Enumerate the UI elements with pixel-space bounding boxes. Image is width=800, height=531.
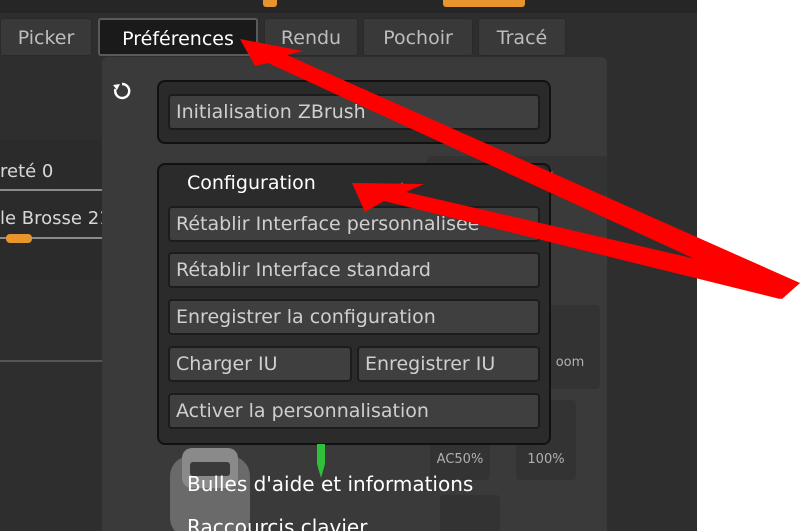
white-margin <box>697 0 800 531</box>
slider-knob-top[interactable] <box>263 0 277 7</box>
enregistrer-iu-button[interactable]: Enregistrer IU <box>357 346 540 382</box>
menu-bulles-aide[interactable]: Bulles d'aide et informations <box>187 472 473 496</box>
tab-preferences[interactable]: Préférences <box>98 18 258 56</box>
configuration-title: Configuration <box>187 172 316 194</box>
chevron-left-icon[interactable]: ‹ <box>398 176 404 194</box>
reset-icon[interactable] <box>111 80 133 102</box>
slider-knob-brosse[interactable] <box>6 234 32 243</box>
active-indicator-top[interactable] <box>443 0 525 7</box>
slider-label-nettete: reté 0 <box>0 161 54 182</box>
tile-100-label: 100% <box>527 452 565 467</box>
tab-rendu[interactable]: Rendu <box>264 18 358 56</box>
enregistrer-configuration-button[interactable]: Enregistrer la configuration <box>168 299 540 335</box>
tab-trace[interactable]: Tracé <box>478 18 566 56</box>
retablir-interface-personnalisee-button[interactable]: Rétablir Interface personnalisée <box>168 206 540 242</box>
retablir-interface-standard-button[interactable]: Rétablir Interface standard <box>168 252 540 288</box>
zbrush-window: Picker Préférences Rendu Pochoir Tracé r… <box>0 0 697 531</box>
activer-personnalisation-button[interactable]: Activer la personnalisation <box>168 393 540 429</box>
tile-ac50-label: AC50% <box>436 452 484 467</box>
tab-picker[interactable]: Picker <box>0 18 92 56</box>
charger-iu-button[interactable]: Charger IU <box>168 346 352 382</box>
tile-bottom[interactable] <box>440 495 500 531</box>
tab-pochoir[interactable]: Pochoir <box>363 18 473 56</box>
initialisation-zbrush-button[interactable]: Initialisation ZBrush <box>168 94 540 130</box>
tile-zoom-label: oom <box>555 355 585 370</box>
top-toolbar-strip <box>0 0 697 13</box>
menu-raccourcis-clavier[interactable]: Raccourcis clavier <box>187 515 367 531</box>
